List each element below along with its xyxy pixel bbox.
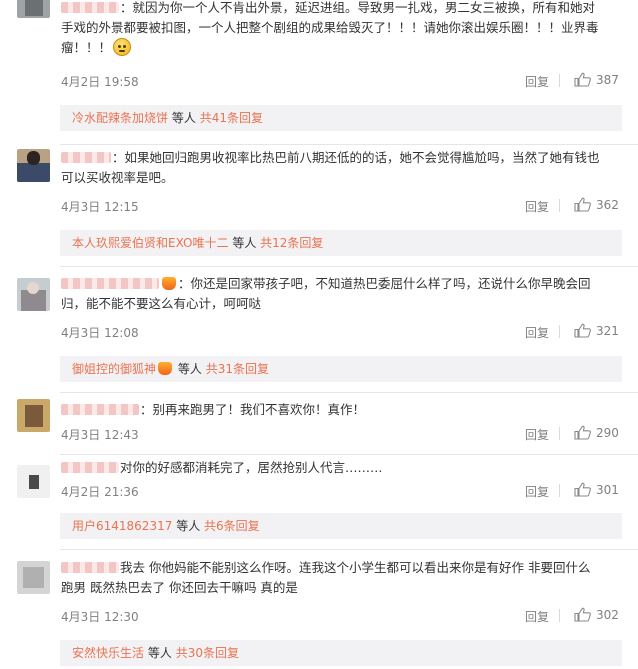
reply-button[interactable]: 回复 — [525, 483, 549, 500]
comment-text: ：你还是回家带孩子吧，不知道热巴委屈什么样了吗，还说什么你早晚会回 归，能不能不… — [61, 276, 591, 311]
reply-username[interactable]: 本人玖熙爱伯贤和EXO唯十二 — [72, 236, 228, 250]
reply-button[interactable]: 回复 — [525, 324, 549, 341]
reply-username[interactable]: 冷水配辣条加烧饼 — [72, 111, 168, 125]
comment-time: 4月3日 12:08 — [61, 326, 139, 340]
comment-divider — [60, 144, 638, 145]
username-blurred[interactable] — [61, 278, 159, 289]
thumbs-up-icon[interactable] — [574, 607, 591, 622]
divider — [559, 199, 560, 212]
avatar[interactable] — [17, 0, 50, 18]
reply-summary-bar[interactable]: 冷水配辣条加烧饼 等人 共41条回复 — [60, 105, 622, 131]
thumbs-up-icon[interactable] — [574, 72, 591, 87]
avatar[interactable] — [17, 465, 50, 498]
comment-text: ：如果她回归跑男收视率比热巴前八期还低的的话，她不会觉得尴尬吗，当然了她有钱也 … — [61, 150, 600, 185]
thumbs-up-icon[interactable] — [574, 425, 591, 440]
comment-text: 对你的好感都消耗完了，居然抢别人代言……… — [61, 458, 621, 478]
avatar[interactable] — [17, 399, 50, 432]
reply-username[interactable]: 安然快乐生活 — [72, 646, 144, 660]
reply-button[interactable]: 回复 — [525, 198, 549, 215]
reply-count-link[interactable]: 共41条回复 — [200, 111, 263, 125]
avatar[interactable] — [17, 278, 50, 311]
reply-button[interactable]: 回复 — [525, 426, 549, 443]
reply-mid-text: 等人 — [232, 236, 257, 250]
comment-time: 4月2日 21:36 — [61, 485, 139, 499]
angry-face-emoji-icon — [113, 38, 132, 56]
reply-count-link[interactable]: 共30条回复 — [176, 646, 239, 660]
thumbs-up-icon[interactable] — [574, 197, 591, 212]
comment-time: 4月3日 12:15 — [61, 200, 139, 214]
comment-divider — [60, 549, 638, 550]
reply-summary-bar[interactable]: 本人玖熙爱伯贤和EXO唯十二 等人 共12条回复 — [60, 230, 622, 256]
like-count: 290 — [596, 426, 619, 440]
comment-divider — [60, 266, 638, 267]
username-blurred[interactable] — [61, 462, 119, 473]
thumbs-up-icon[interactable] — [574, 323, 591, 338]
reply-username[interactable]: 御姐控的御狐神 — [72, 362, 156, 376]
like-count: 362 — [596, 198, 619, 212]
like-count: 302 — [596, 608, 619, 622]
reply-summary-bar[interactable]: 用户6141862317 等人 共6条回复 — [60, 513, 622, 539]
divider — [559, 427, 560, 440]
reply-count-link[interactable]: 共6条回复 — [204, 519, 260, 533]
reply-summary-bar[interactable]: 御姐控的御狐神 等人 共31条回复 — [60, 356, 622, 382]
reply-button[interactable]: 回复 — [525, 73, 549, 90]
comment-text: ：就因为你一个人不肯出外景，延迟进组。导致男一扎戏，男二女三被换，所有和她对 手… — [61, 0, 599, 56]
comment-time: 4月3日 12:43 — [61, 428, 139, 442]
username-blurred[interactable] — [61, 2, 119, 13]
avatar[interactable] — [17, 149, 50, 182]
comment-divider — [60, 454, 638, 455]
like-count: 321 — [596, 324, 619, 338]
like-count: 301 — [596, 483, 619, 497]
comment-time: 4月2日 19:58 — [61, 75, 139, 89]
reply-mid-text: 等人 — [171, 111, 196, 125]
comment-time: 4月3日 12:30 — [61, 610, 139, 624]
reply-mid-text: 等人 — [147, 646, 172, 660]
comment-divider — [60, 392, 638, 393]
thumbs-up-icon[interactable] — [574, 482, 591, 497]
username-blurred[interactable] — [61, 152, 111, 163]
like-count: 387 — [596, 73, 619, 87]
reply-count-link[interactable]: 共12条回复 — [260, 236, 323, 250]
comment-text: ：别再来跑男了！我们不喜欢你！真作！ — [61, 400, 621, 420]
divider — [559, 325, 560, 338]
username-blurred[interactable] — [61, 404, 139, 415]
reply-mid-text: 等人 — [177, 362, 202, 376]
divider — [559, 484, 560, 497]
divider — [559, 74, 560, 87]
username-blurred[interactable] — [61, 562, 119, 573]
vip-badge-icon — [158, 362, 173, 375]
reply-summary-bar[interactable]: 安然快乐生活 等人 共30条回复 — [60, 640, 622, 666]
comment-text: 我去 你他妈能不能别这么作呀。连我这个小学生都可以看出来你是有好作 非要回什么 … — [61, 560, 591, 595]
reply-button[interactable]: 回复 — [525, 608, 549, 625]
avatar[interactable] — [17, 561, 50, 594]
reply-mid-text: 等人 — [176, 519, 201, 533]
reply-count-link[interactable]: 共31条回复 — [206, 362, 269, 376]
vip-badge-icon — [162, 277, 176, 290]
reply-username[interactable]: 用户6141862317 — [72, 519, 172, 533]
divider — [559, 609, 560, 622]
